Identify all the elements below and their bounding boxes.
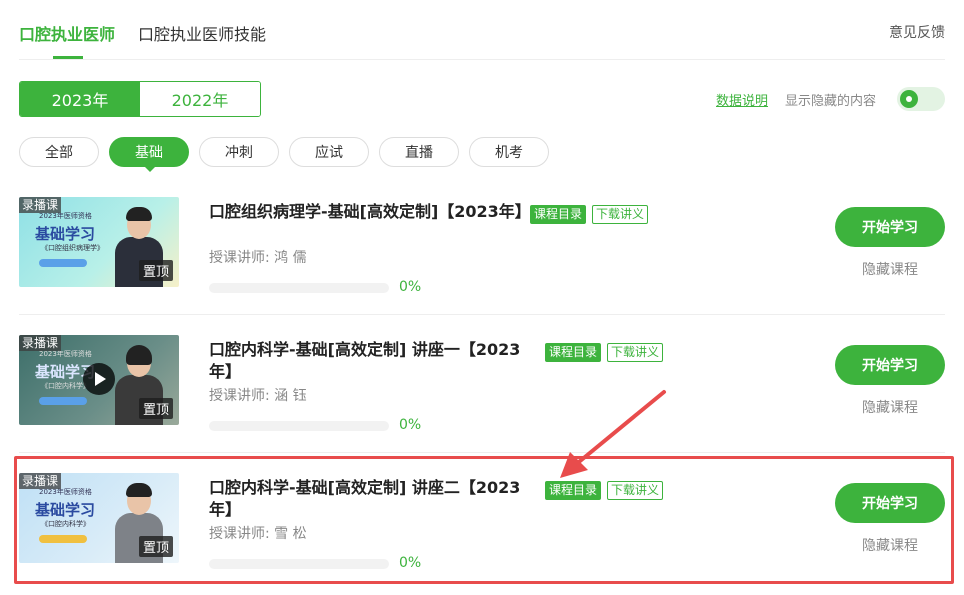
progress-bar — [209, 421, 389, 431]
course-catalog-button[interactable]: 课程目录 — [545, 343, 602, 362]
tab-oral-physician-skills[interactable]: 口腔执业医师技能 — [138, 21, 266, 45]
top-tab-bar: 口腔执业医师 口腔执业医师技能 意见反馈 — [19, 0, 945, 60]
pinned-badge: 置顶 — [138, 398, 173, 419]
recorded-badge: 录播课 — [19, 197, 62, 213]
download-notes-button[interactable]: 下载讲义 — [607, 343, 664, 362]
tab-oral-physician[interactable]: 口腔执业医师 — [19, 21, 115, 45]
toggle-knob — [900, 90, 918, 108]
show-hidden-toggle[interactable] — [897, 87, 945, 111]
start-learning-button[interactable]: 开始学习 — [835, 345, 945, 385]
course-catalog-button[interactable]: 课程目录 — [530, 205, 587, 224]
year-switch: 2023年 2022年 — [19, 81, 261, 117]
recorded-badge: 录播课 — [19, 335, 62, 351]
filter-basic[interactable]: 基础 — [109, 137, 189, 172]
year-2023-button[interactable]: 2023年 — [20, 82, 140, 116]
course-title[interactable]: 口腔内科学-基础[高效定制] 讲座一【2023年】 — [209, 339, 529, 383]
filter-exam[interactable]: 应试 — [289, 137, 369, 167]
download-notes-button[interactable]: 下载讲义 — [592, 205, 649, 224]
filter-all[interactable]: 全部 — [19, 137, 99, 167]
show-hidden-label: 显示隐藏的内容 — [785, 94, 877, 109]
highlight-box — [14, 456, 954, 584]
course-item: 2023年医师资格 基础学习 《口腔内科学》 录播课 置顶 口腔内科学-基础[高… — [19, 335, 945, 453]
course-title[interactable]: 口腔组织病理学-基础[高效定制]【2023年】 — [209, 201, 531, 223]
feedback-link[interactable]: 意见反馈 — [889, 22, 945, 42]
active-tab-indicator — [53, 56, 83, 59]
course-thumbnail[interactable]: 2023年医师资格 基础学习 《口腔内科学》 录播课 置顶 — [19, 335, 179, 425]
hide-course-button[interactable]: 隐藏课程 — [862, 259, 918, 279]
progress-text: 0% — [399, 279, 422, 295]
data-note-link[interactable]: 数据说明 — [716, 90, 768, 109]
course-teacher: 授课讲师: 鸿 儒 — [209, 250, 307, 266]
course-thumbnail[interactable]: 2023年医师资格 基础学习 《口腔组织病理学》 录播课 置顶 — [19, 197, 179, 287]
filter-computer-exam[interactable]: 机考 — [469, 137, 549, 167]
start-learning-button[interactable]: 开始学习 — [835, 207, 945, 247]
filter-sprint[interactable]: 冲刺 — [199, 137, 279, 167]
hide-course-button[interactable]: 隐藏课程 — [862, 397, 918, 417]
progress-bar — [209, 283, 389, 293]
course-teacher: 授课讲师: 涵 钰 — [209, 388, 307, 404]
pinned-badge: 置顶 — [138, 260, 173, 281]
progress-text: 0% — [399, 417, 422, 433]
play-icon[interactable] — [83, 363, 115, 395]
course-item: 2023年医师资格 基础学习 《口腔组织病理学》 录播课 置顶 口腔组织病理学-… — [19, 197, 945, 315]
filter-live[interactable]: 直播 — [379, 137, 459, 167]
year-2022-button[interactable]: 2022年 — [140, 82, 260, 116]
